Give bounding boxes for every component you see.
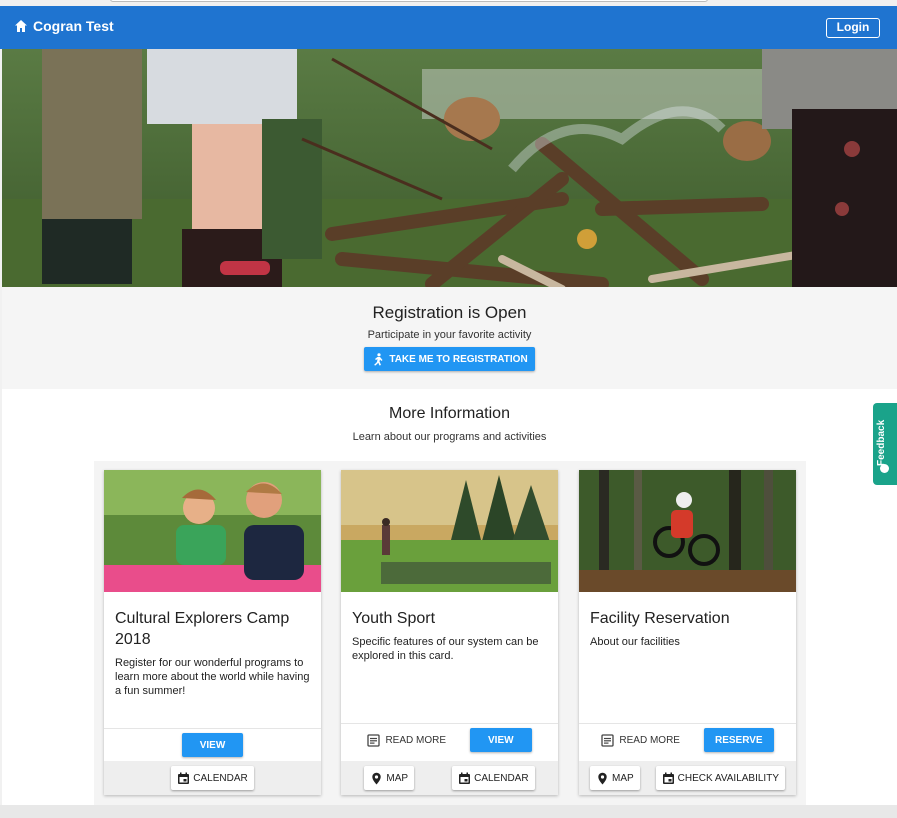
card-cultural-explorers: Cultural Explorers Camp 2018 Register fo… xyxy=(104,470,321,795)
card-actions: READ MORE RESERVE xyxy=(579,723,796,756)
read-more-label: READ MORE xyxy=(385,734,446,746)
hero-image xyxy=(2,49,897,287)
check-availability-label: CHECK AVAILABILITY xyxy=(677,772,779,784)
article-icon xyxy=(367,733,381,747)
calendar-button[interactable]: CALENDAR xyxy=(171,766,254,790)
card-description: Register for our wonderful programs to l… xyxy=(115,657,310,697)
read-more-button[interactable]: READ MORE xyxy=(367,733,446,747)
feedback-tab[interactable]: Feedback xyxy=(873,403,897,485)
card-facility-reservation: Facility Reservation About our facilitie… xyxy=(579,470,796,795)
info-heading: More Information xyxy=(389,405,510,422)
card-youth-sport: Youth Sport Specific features of our sys… xyxy=(341,470,558,795)
login-button[interactable]: Login xyxy=(826,18,880,38)
card-title: Cultural Explorers Camp 2018 xyxy=(115,610,290,648)
read-more-button[interactable]: READ MORE xyxy=(601,733,680,747)
page-bottom xyxy=(0,805,897,818)
view-button[interactable]: VIEW xyxy=(181,733,244,757)
map-label: MAP xyxy=(611,772,634,784)
calendar-icon xyxy=(459,772,471,784)
card-title: Facility Reservation xyxy=(590,610,730,627)
reserve-button[interactable]: RESERVE xyxy=(703,728,774,752)
calendar-label: CALENDAR xyxy=(193,772,248,784)
card-image-bike xyxy=(579,470,796,592)
card-actions: READ MORE VIEW xyxy=(341,723,558,756)
calendar-button[interactable]: CALENDAR xyxy=(452,766,535,790)
registration-button-label: TAKE ME TO REGISTRATION xyxy=(389,353,528,365)
navbar: Cogran Test Login xyxy=(0,6,897,49)
map-pin-icon xyxy=(598,772,607,784)
card-image-kids xyxy=(104,470,321,592)
site-title: Cogran Test xyxy=(33,18,114,34)
article-icon xyxy=(601,733,615,747)
check-availability-button[interactable]: CHECK AVAILABILITY xyxy=(655,766,785,790)
calendar-label: CALENDAR xyxy=(474,772,529,784)
registration-heading: Registration is Open xyxy=(372,303,527,322)
feedback-label: Feedback xyxy=(876,419,887,466)
card-image-pond xyxy=(341,470,558,592)
map-label: MAP xyxy=(386,772,409,784)
home-icon xyxy=(15,20,27,32)
calendar-icon xyxy=(178,772,190,784)
registration-subtext: Participate in your favorite activity xyxy=(367,329,532,341)
card-description: About our facilities xyxy=(590,636,680,648)
map-button[interactable]: MAP xyxy=(589,766,640,790)
card-footer: MAP CALENDAR xyxy=(341,761,558,795)
address-bar[interactable] xyxy=(110,0,708,2)
map-pin-icon xyxy=(372,772,382,784)
calendar-icon xyxy=(662,772,674,784)
registration-section: Registration is Open Participate in your… xyxy=(2,287,897,389)
card-description: Specific features of our system can be e… xyxy=(352,636,539,662)
card-actions: VIEW xyxy=(104,728,321,761)
read-more-label: READ MORE xyxy=(619,734,680,746)
registration-button[interactable]: TAKE ME TO REGISTRATION xyxy=(364,347,535,371)
running-person-icon xyxy=(374,352,383,365)
view-button[interactable]: VIEW xyxy=(470,728,532,752)
info-subtext: Learn about our programs and activities xyxy=(352,431,547,443)
card-footer: CALENDAR xyxy=(104,761,321,795)
card-footer: MAP CHECK AVAILABILITY xyxy=(579,761,796,795)
card-title: Youth Sport xyxy=(352,610,436,627)
map-button[interactable]: MAP xyxy=(364,766,415,790)
more-information-section: More Information Learn about our program… xyxy=(2,389,897,805)
brand-link[interactable]: Cogran Test xyxy=(14,18,114,34)
